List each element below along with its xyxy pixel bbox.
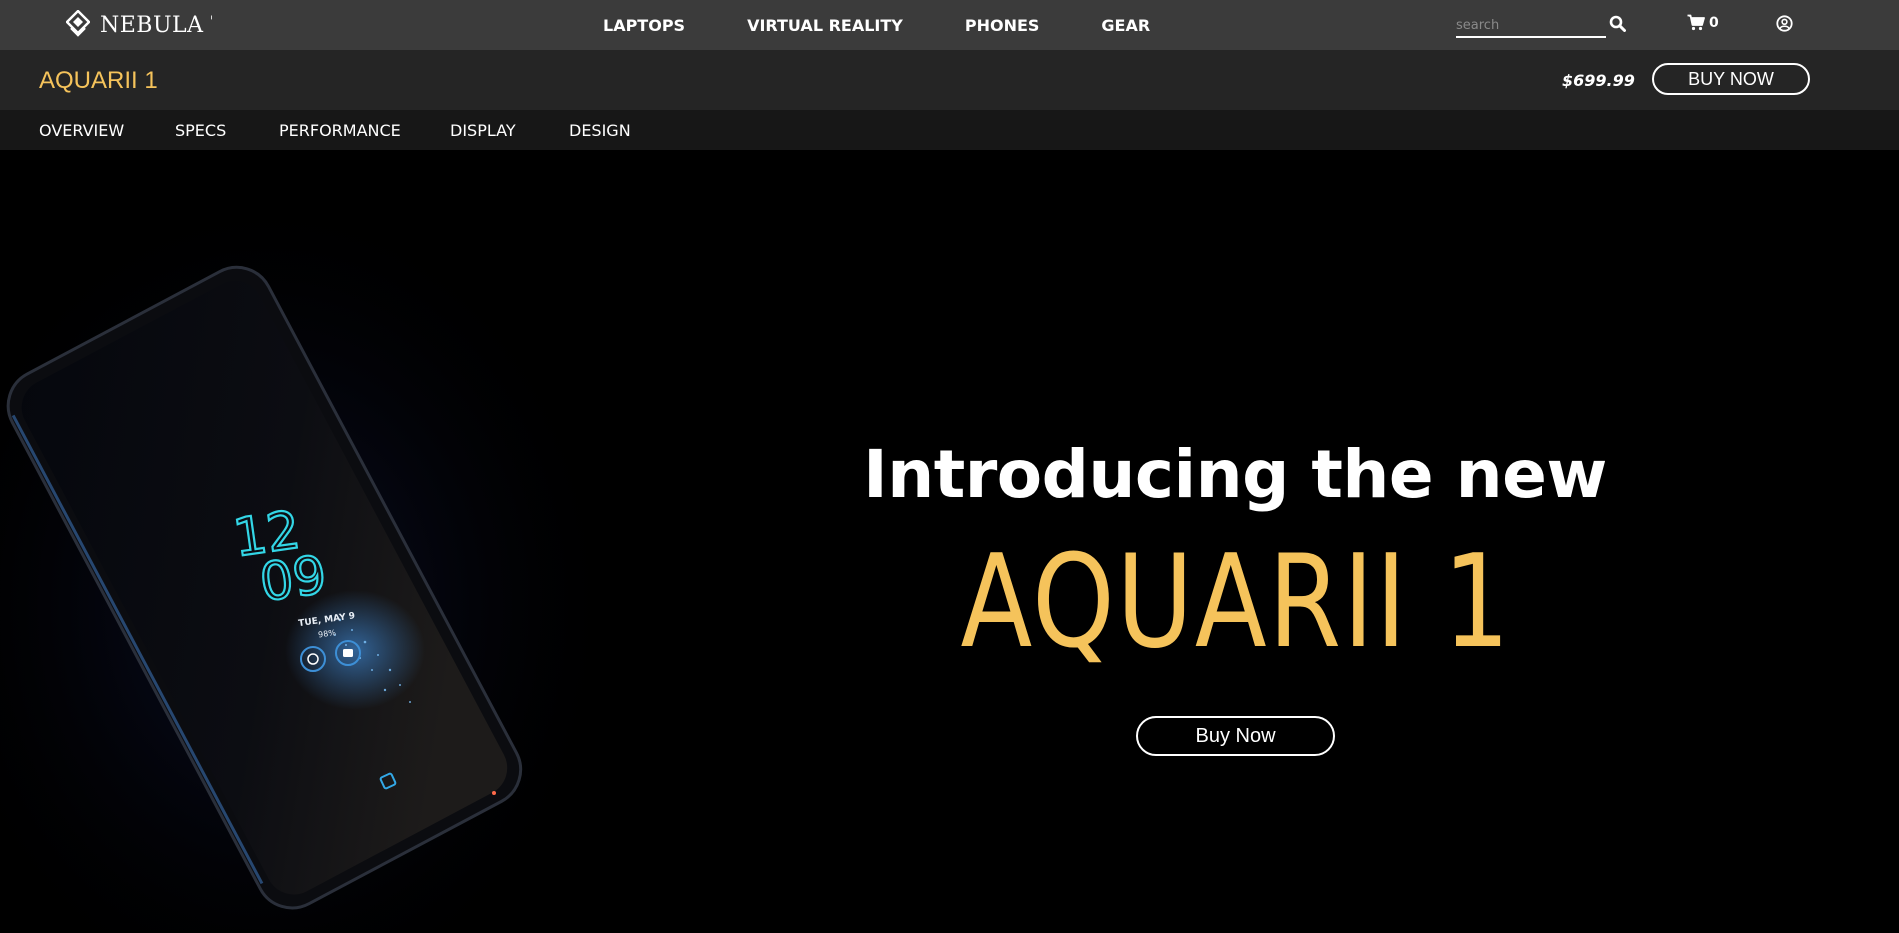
product-price: $699.99: [1562, 71, 1635, 90]
brand-name: NEBULA T: [100, 12, 212, 38]
product-title: AQUARII 1: [39, 67, 158, 94]
nav-gear[interactable]: GEAR: [1101, 16, 1150, 35]
user-circle-icon: [1776, 15, 1793, 32]
account-button[interactable]: [1776, 15, 1793, 37]
subnav-performance[interactable]: PERFORMANCE: [279, 121, 401, 140]
hero-headline: Introducing the new: [863, 436, 1607, 513]
subnav-design[interactable]: DESIGN: [569, 121, 631, 140]
main-nav: LAPTOPS VIRTUAL REALITY PHONES GEAR: [603, 0, 1150, 50]
hero-section: 12 09 TUE, MAY 9 98% Introducing the new…: [0, 150, 1899, 933]
hero-product-name: AQUARII 1: [960, 528, 1512, 677]
search-button[interactable]: [1609, 15, 1626, 37]
top-navbar: NEBULA T LAPTOPS VIRTUAL REALITY PHONES …: [0, 0, 1899, 50]
brand-logo[interactable]: NEBULA T: [66, 9, 212, 41]
subnav-display[interactable]: DISPLAY: [450, 121, 516, 140]
nav-phones[interactable]: PHONES: [965, 16, 1040, 35]
hero-buy-now-button[interactable]: Buy Now: [1136, 716, 1335, 756]
subnav-specs[interactable]: SPECS: [175, 121, 226, 140]
cart-icon: [1687, 14, 1705, 31]
product-subnav: OVERVIEW SPECS PERFORMANCE DISPLAY DESIG…: [0, 110, 1899, 150]
cart-count: 0: [1709, 14, 1719, 31]
nav-laptops[interactable]: LAPTOPS: [603, 16, 685, 35]
product-bar: AQUARII 1 $699.99 BUY NOW: [0, 50, 1899, 110]
nav-virtual-reality[interactable]: VIRTUAL REALITY: [747, 16, 903, 35]
search-input[interactable]: [1456, 14, 1606, 38]
cart-button[interactable]: 0: [1687, 14, 1719, 31]
search-icon: [1609, 15, 1626, 32]
buy-now-button[interactable]: BUY NOW: [1652, 63, 1810, 95]
subnav-overview[interactable]: OVERVIEW: [39, 121, 124, 140]
nebula-logo-icon: [66, 10, 90, 37]
